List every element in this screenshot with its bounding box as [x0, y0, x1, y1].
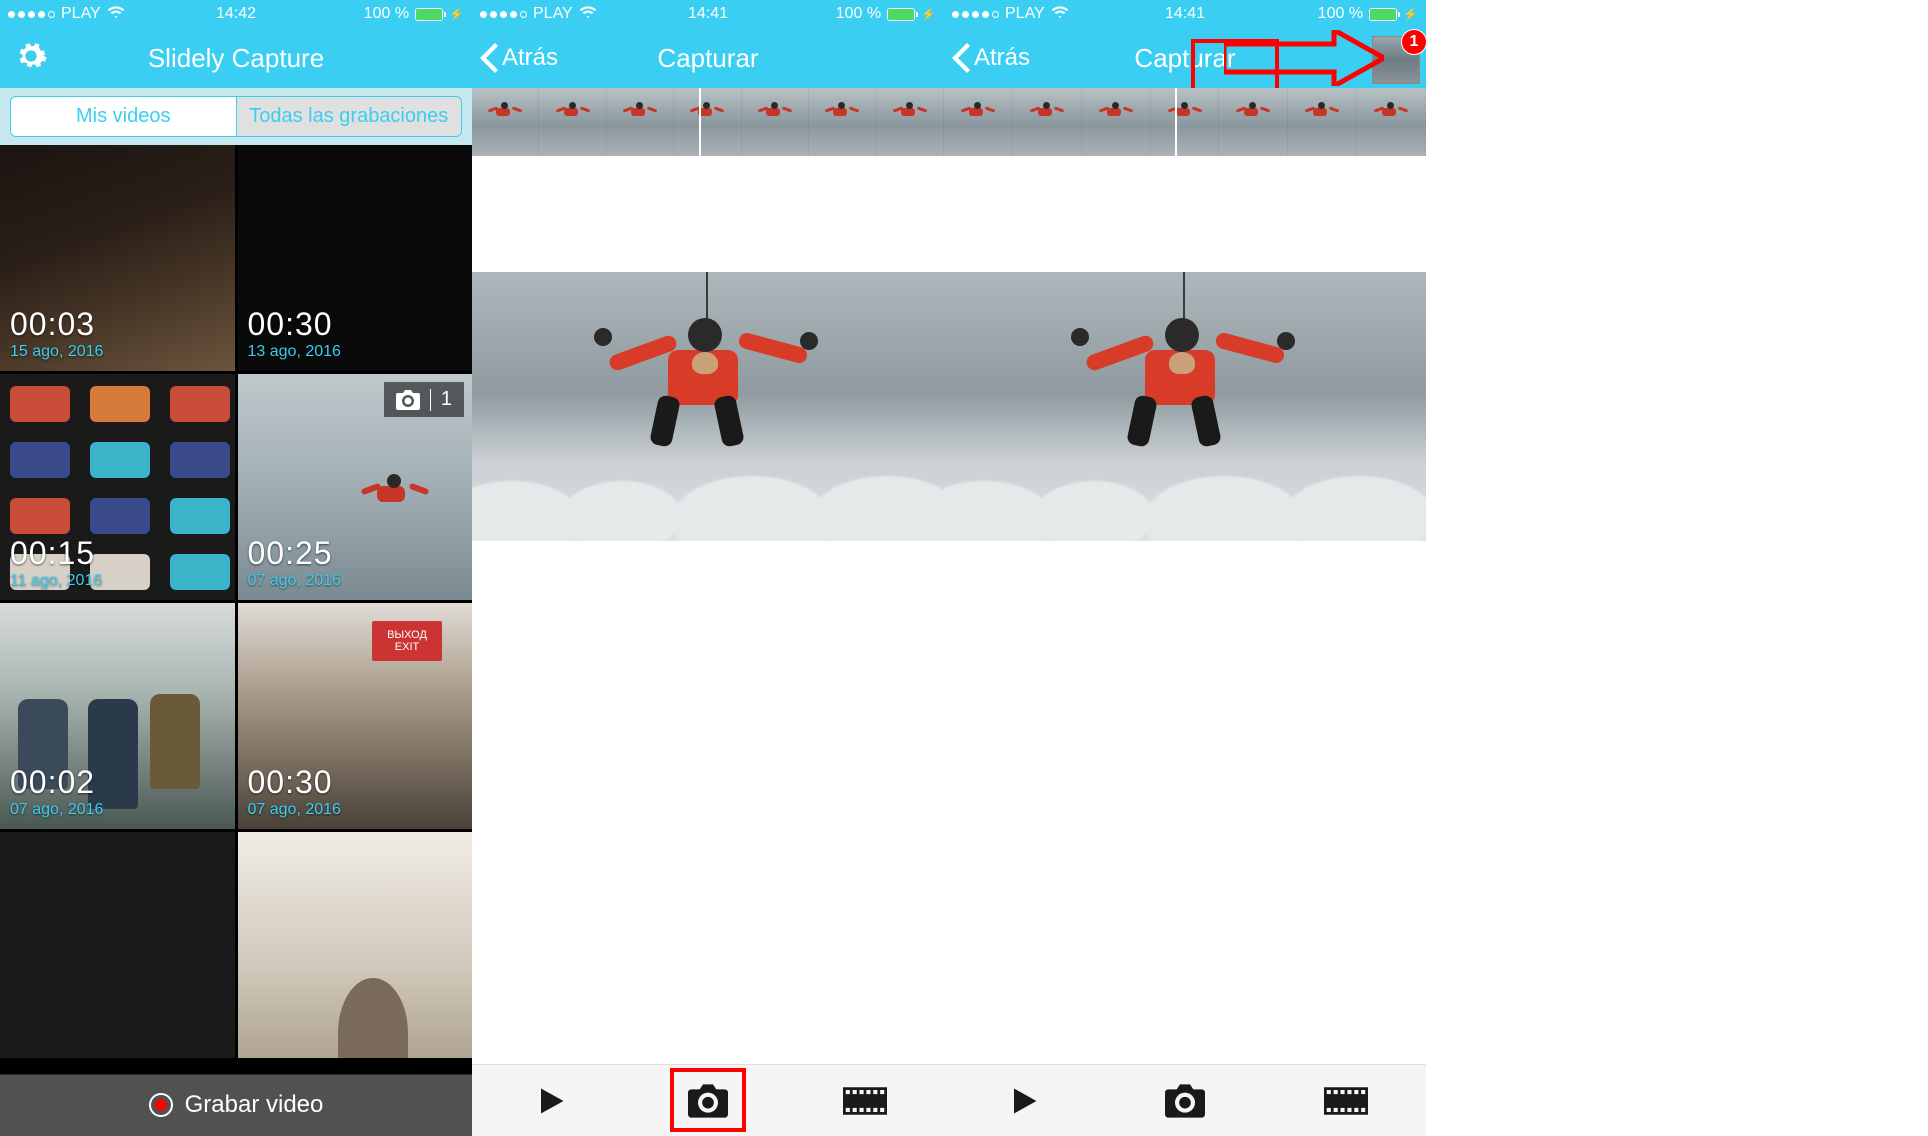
- capture-toolbar: [472, 1064, 944, 1136]
- video-item[interactable]: 1 00:25 07 ago, 2016: [238, 374, 473, 600]
- page-title: Slidely Capture: [148, 43, 324, 74]
- status-bar: PLAY 14:42 100 % ⚡: [0, 0, 472, 28]
- page-title: Capturar: [1134, 43, 1235, 74]
- screen-capture-with-shot: PLAY 14:41 100 % ⚡ Atrás Capturar 1: [944, 0, 1426, 1136]
- video-item[interactable]: [0, 832, 235, 1058]
- record-label: Grabar video: [185, 1091, 324, 1119]
- chevron-left-icon: [480, 43, 498, 73]
- status-bar: PLAY 14:41 100 % ⚡: [472, 0, 944, 28]
- video-item[interactable]: 00:30 13 ago, 2016: [238, 145, 473, 371]
- video-date: 11 ago, 2016: [10, 572, 102, 590]
- play-button[interactable]: [996, 1077, 1052, 1125]
- nav-header: Atrás Capturar: [472, 28, 944, 88]
- camera-icon: [1165, 1083, 1205, 1119]
- back-button[interactable]: Atrás: [952, 43, 1030, 73]
- record-video-button[interactable]: Grabar video: [0, 1074, 472, 1136]
- camera-icon: [688, 1083, 728, 1119]
- video-date: 13 ago, 2016: [248, 343, 341, 361]
- play-button[interactable]: [523, 1077, 579, 1125]
- video-duration: 00:25: [248, 535, 341, 572]
- video-duration: 00:30: [248, 764, 341, 801]
- video-scrubber[interactable]: [944, 88, 1426, 156]
- battery-pct-label: 100 %: [364, 5, 409, 23]
- exit-sign: ВЫХОД EXIT: [372, 621, 442, 661]
- filmstrip-button[interactable]: [1318, 1077, 1374, 1125]
- video-date: 07 ago, 2016: [248, 801, 341, 819]
- video-preview[interactable]: [944, 272, 1426, 541]
- play-icon: [1009, 1086, 1039, 1116]
- play-icon: [536, 1086, 566, 1116]
- filmstrip-button[interactable]: [837, 1077, 893, 1125]
- tab-my-videos[interactable]: Mis videos: [10, 96, 237, 137]
- video-date: 07 ago, 2016: [10, 801, 103, 819]
- back-label: Atrás: [974, 44, 1030, 72]
- status-time: 14:41: [1165, 5, 1205, 23]
- filmstrip-icon: [843, 1086, 887, 1116]
- skydiver-graphic: [558, 290, 858, 470]
- filmstrip-icon: [1324, 1086, 1368, 1116]
- battery-icon: [1369, 8, 1397, 21]
- video-duration: 00:03: [10, 306, 103, 343]
- video-date: 15 ago, 2016: [10, 343, 103, 361]
- video-duration: 00:30: [248, 306, 341, 343]
- video-item[interactable]: [238, 832, 473, 1058]
- wifi-icon: [1051, 3, 1069, 26]
- nav-header: Slidely Capture: [0, 28, 472, 88]
- carrier-label: PLAY: [533, 5, 573, 23]
- scrubber-handle[interactable]: [699, 88, 701, 156]
- settings-button[interactable]: [14, 39, 48, 78]
- page-title: Capturar: [657, 43, 758, 74]
- carrier-label: PLAY: [1005, 5, 1045, 23]
- record-icon: [149, 1093, 173, 1117]
- battery-icon: [415, 8, 443, 21]
- signal-dots-icon: [952, 11, 999, 18]
- photo-count-badge: 1: [384, 382, 464, 417]
- wifi-icon: [579, 3, 597, 26]
- battery-icon: [887, 8, 915, 21]
- video-item[interactable]: 00:02 07 ago, 2016: [0, 603, 235, 829]
- photo-count-badge: 1: [1401, 29, 1426, 55]
- video-preview[interactable]: [472, 272, 944, 541]
- capture-toolbar: [944, 1064, 1426, 1136]
- carrier-label: PLAY: [61, 5, 101, 23]
- status-time: 14:42: [216, 5, 256, 23]
- scrubber-handle[interactable]: [1175, 88, 1177, 156]
- nav-header: Atrás Capturar 1: [944, 28, 1426, 88]
- back-button[interactable]: Atrás: [480, 43, 558, 73]
- back-label: Atrás: [502, 44, 558, 72]
- skydiver-graphic: [1035, 290, 1335, 470]
- battery-pct-label: 100 %: [836, 5, 881, 23]
- video-scrubber[interactable]: [472, 88, 944, 156]
- tab-all-recordings[interactable]: Todas las grabaciones: [237, 96, 463, 137]
- wifi-icon: [107, 3, 125, 26]
- video-date: 07 ago, 2016: [248, 572, 341, 590]
- signal-dots-icon: [480, 11, 527, 18]
- captured-photo-button[interactable]: 1: [1372, 36, 1420, 84]
- screen-library: PLAY 14:42 100 % ⚡ Slidely Capture Mis v…: [0, 0, 472, 1136]
- capture-photo-button[interactable]: [680, 1077, 736, 1125]
- charging-icon: ⚡: [1403, 7, 1418, 21]
- video-duration: 00:02: [10, 764, 103, 801]
- charging-icon: ⚡: [921, 7, 936, 21]
- capture-photo-button[interactable]: [1157, 1077, 1213, 1125]
- video-item[interactable]: 00:03 15 ago, 2016: [0, 145, 235, 371]
- status-bar: PLAY 14:41 100 % ⚡: [944, 0, 1426, 28]
- chevron-left-icon: [952, 43, 970, 73]
- video-duration: 00:15: [10, 535, 102, 572]
- status-time: 14:41: [688, 5, 728, 23]
- signal-dots-icon: [8, 11, 55, 18]
- video-item[interactable]: ВЫХОД EXIT 00:30 07 ago, 2016: [238, 603, 473, 829]
- charging-icon: ⚡: [449, 7, 464, 21]
- battery-pct-label: 100 %: [1318, 5, 1363, 23]
- filter-tabs: Mis videos Todas las grabaciones: [0, 88, 472, 145]
- video-grid: 00:03 15 ago, 2016 00:30 13 ago, 2016: [0, 145, 472, 1058]
- screen-capture: PLAY 14:41 100 % ⚡ Atrás Capturar: [472, 0, 944, 1136]
- video-item[interactable]: 00:15 11 ago, 2016: [0, 374, 235, 600]
- camera-icon: [396, 390, 420, 410]
- gear-icon: [14, 39, 48, 73]
- photo-count: 1: [441, 388, 452, 411]
